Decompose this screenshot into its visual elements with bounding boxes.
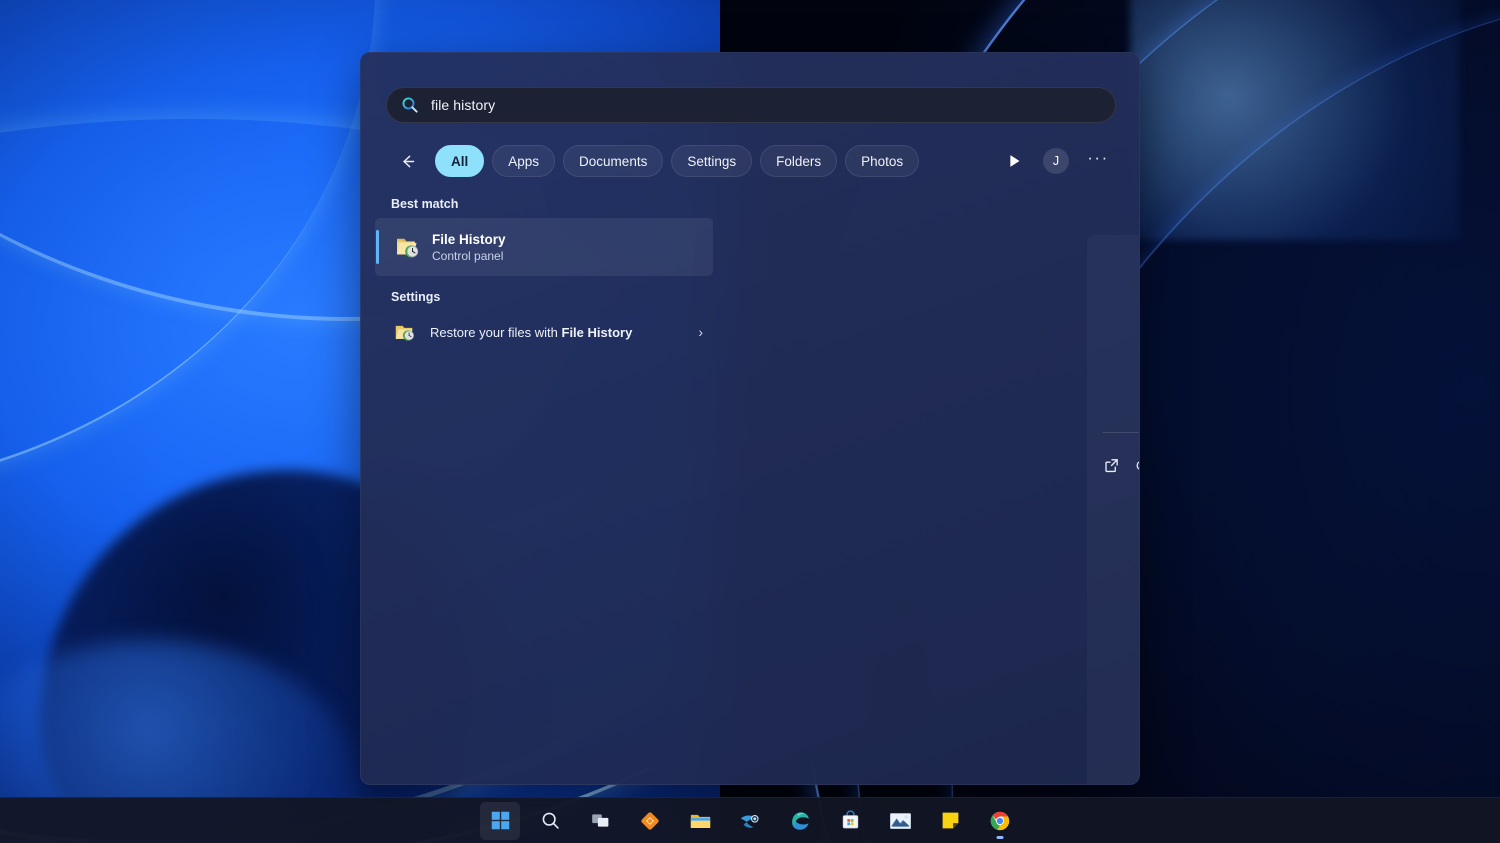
folder-icon xyxy=(689,810,712,831)
task-view-button[interactable] xyxy=(580,802,620,840)
sticky-notes-button[interactable] xyxy=(930,802,970,840)
edge-icon xyxy=(789,810,811,832)
search-results-column: Best match File History Control p xyxy=(361,183,727,784)
search-button[interactable] xyxy=(530,802,570,840)
search-tools: J ··· xyxy=(1001,148,1111,174)
edge-button[interactable] xyxy=(780,802,820,840)
best-match-result-item[interactable]: File History Control panel xyxy=(375,218,713,276)
best-match-text: File History Control panel xyxy=(432,232,506,263)
chrome-icon xyxy=(989,810,1011,832)
microsoft-store-button[interactable] xyxy=(830,802,870,840)
settings-result-bold: File History xyxy=(562,325,633,340)
filter-pill-folders[interactable]: Folders xyxy=(760,145,837,177)
search-filter-row: All Apps Documents Settings Folders Phot… xyxy=(391,140,1111,182)
file-explorer-button[interactable] xyxy=(680,802,720,840)
steam-button[interactable] xyxy=(730,802,770,840)
open-action-button[interactable]: Open xyxy=(1087,443,1140,487)
photos-picture-icon xyxy=(889,811,912,831)
taskbar-items xyxy=(480,802,1020,840)
running-indicator xyxy=(997,836,1004,839)
open-external-icon xyxy=(1103,457,1120,474)
search-icon xyxy=(401,96,419,114)
best-match-header: Best match xyxy=(375,183,713,218)
filter-pill-all[interactable]: All xyxy=(435,145,484,177)
task-view-icon xyxy=(590,810,611,831)
more-options-icon[interactable]: ··· xyxy=(1085,148,1111,174)
selection-accent-bar xyxy=(376,230,379,264)
file-history-small-icon xyxy=(393,321,415,343)
chrome-button[interactable] xyxy=(980,802,1020,840)
back-arrow-icon xyxy=(398,152,417,171)
search-box[interactable]: file history xyxy=(386,87,1116,123)
sticky-note-icon xyxy=(940,810,961,831)
store-bag-icon xyxy=(840,810,861,831)
account-avatar[interactable]: J xyxy=(1043,148,1069,174)
windows-logo-icon xyxy=(490,810,511,831)
filter-pill-settings[interactable]: Settings xyxy=(671,145,752,177)
widgets-button[interactable] xyxy=(630,802,670,840)
file-history-icon xyxy=(393,234,419,260)
filter-pill-photos[interactable]: Photos xyxy=(845,145,919,177)
start-search-panel: file history All Apps Documents Settings… xyxy=(360,52,1140,785)
open-action-label: Open xyxy=(1136,458,1140,473)
preview-subtitle: Control panel xyxy=(1087,382,1140,396)
diamond-widget-icon xyxy=(639,810,661,832)
back-button[interactable] xyxy=(391,145,423,177)
chevron-right-icon: › xyxy=(698,324,703,340)
best-match-title: File History xyxy=(432,232,506,247)
result-preview-panel: File History Control panel Open xyxy=(1087,235,1140,784)
copilot-play-icon[interactable] xyxy=(1001,148,1027,174)
filter-pill-documents[interactable]: Documents xyxy=(563,145,663,177)
preview-title: File History xyxy=(1087,355,1140,375)
photos-button[interactable] xyxy=(880,802,920,840)
steam-icon xyxy=(739,810,761,832)
best-match-subtitle: Control panel xyxy=(432,249,506,263)
settings-result-item[interactable]: Restore your files with File History › xyxy=(375,311,713,353)
search-icon xyxy=(540,810,561,831)
preview-divider xyxy=(1103,432,1140,433)
taskbar xyxy=(0,797,1500,843)
settings-section-header: Settings xyxy=(375,276,713,311)
settings-result-label: Restore your files with File History xyxy=(430,325,632,340)
settings-result-prefix: Restore your files with xyxy=(430,325,562,340)
search-input-value[interactable]: file history xyxy=(431,97,495,113)
filter-pill-apps[interactable]: Apps xyxy=(492,145,555,177)
start-button[interactable] xyxy=(480,802,520,840)
